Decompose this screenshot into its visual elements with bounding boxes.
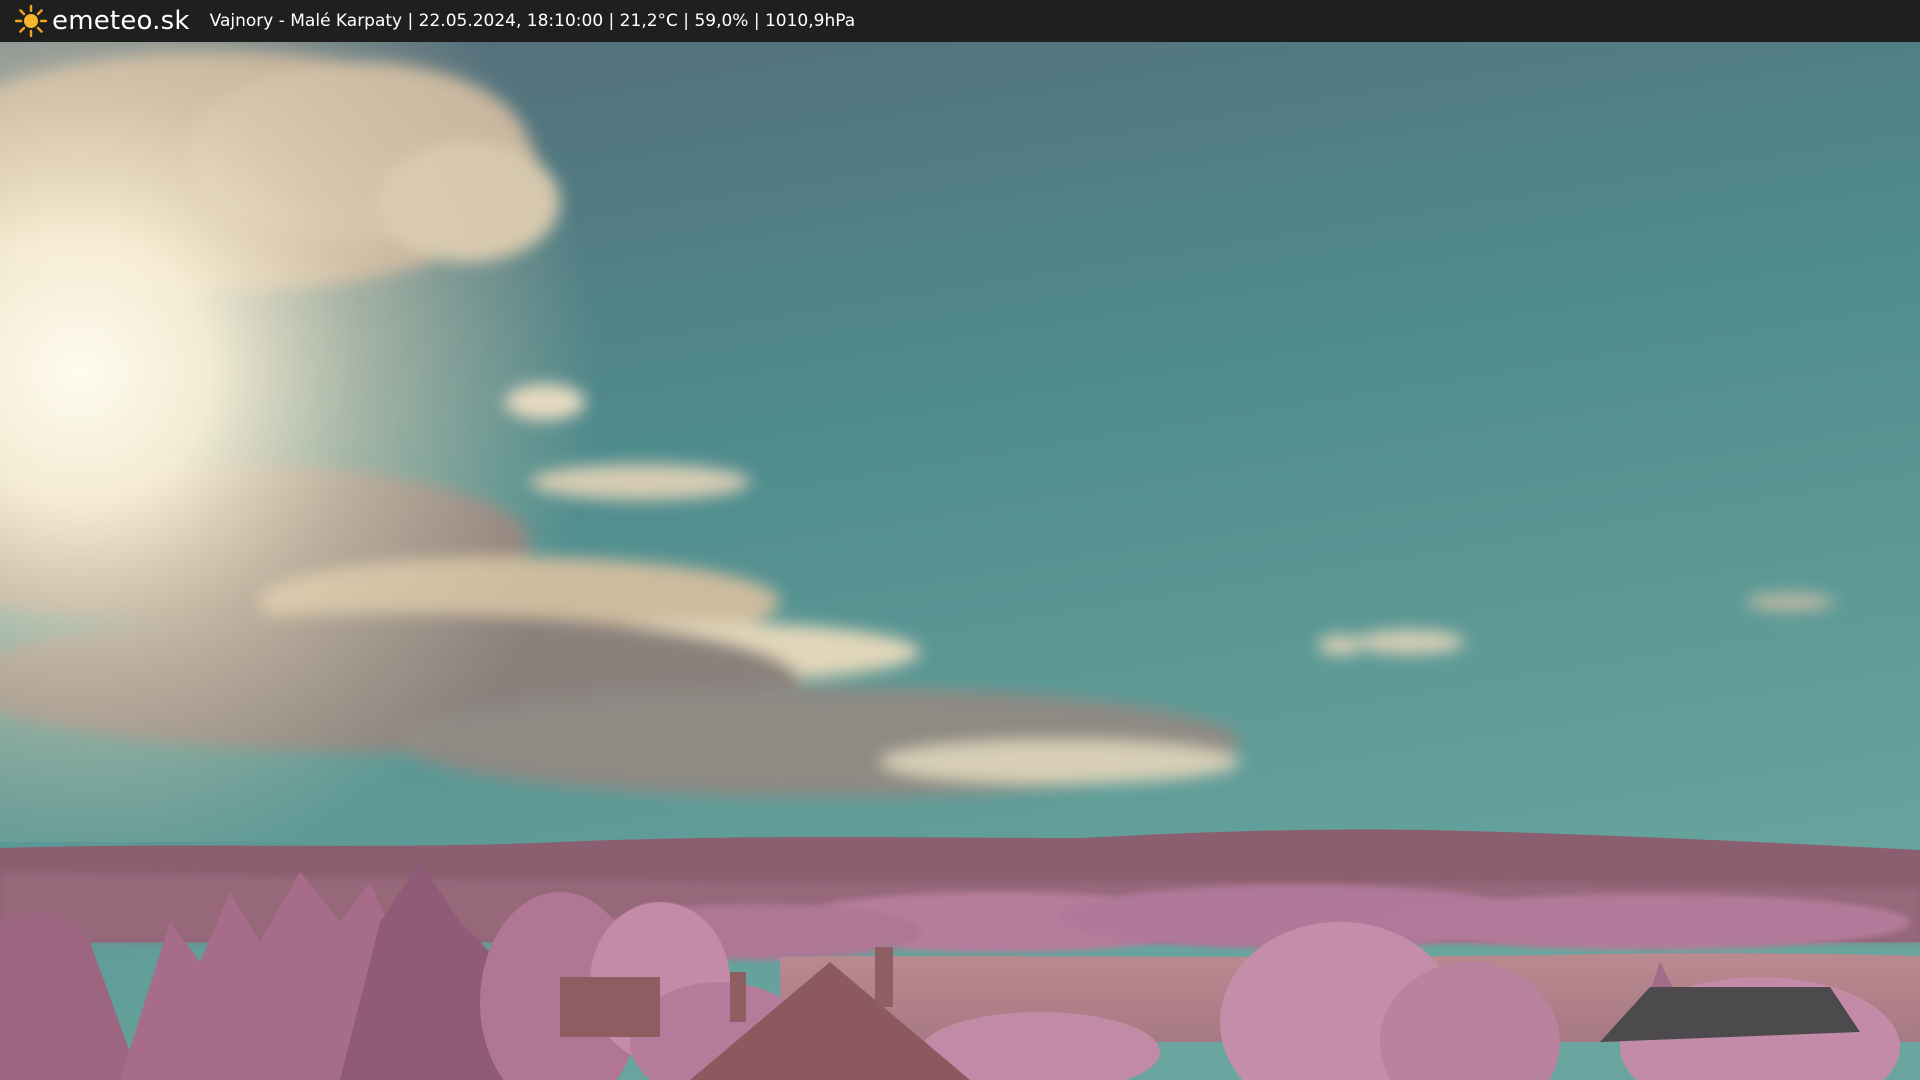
webcam-image [0,42,1920,1080]
station-info: Vajnory - Malé Karpaty | 22.05.2024, 18:… [209,11,856,31]
sun-glare [0,42,900,842]
brand-name: emeteo.sk [52,6,190,36]
logo[interactable]: emeteo.sk [14,4,190,38]
sun-icon [14,4,48,38]
header-bar: emeteo.sk Vajnory - Malé Karpaty | 22.05… [0,0,1920,42]
